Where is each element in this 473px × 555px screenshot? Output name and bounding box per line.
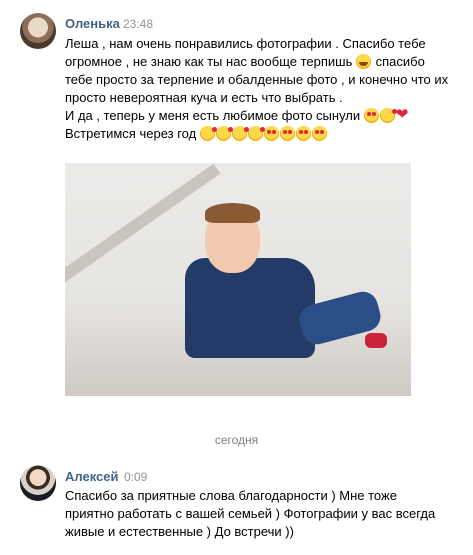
kiss-emoji-icon: [247, 126, 265, 141]
kiss-emoji-icon: [379, 108, 397, 123]
avatar[interactable]: [20, 465, 56, 501]
kiss-emoji-icon: [231, 126, 249, 141]
attached-photo[interactable]: [65, 163, 411, 396]
heart-emoji-icon: [396, 106, 411, 124]
date-divider: сегодня: [214, 433, 259, 447]
author-name[interactable]: Оленька: [65, 16, 120, 31]
heart-eyes-emoji-icon: [311, 126, 327, 141]
message-time[interactable]: 0:09: [124, 470, 147, 484]
kiss-emoji-icon: [215, 126, 233, 141]
message-text: Леша , нам очень понравились фотографии …: [65, 35, 465, 143]
message-time[interactable]: 23:48: [123, 17, 153, 31]
heart-eyes-emoji-icon: [363, 108, 379, 123]
kiss-emoji-icon: [199, 126, 217, 141]
heart-eyes-emoji-icon: [263, 126, 279, 141]
laugh-emoji-icon: [355, 54, 371, 69]
message-text: Спасибо за приятные слова благодарности …: [65, 488, 436, 539]
heart-eyes-emoji-icon: [279, 126, 295, 141]
avatar[interactable]: [20, 13, 56, 49]
heart-eyes-emoji-icon: [295, 126, 311, 141]
author-name[interactable]: Алексей: [65, 469, 119, 484]
